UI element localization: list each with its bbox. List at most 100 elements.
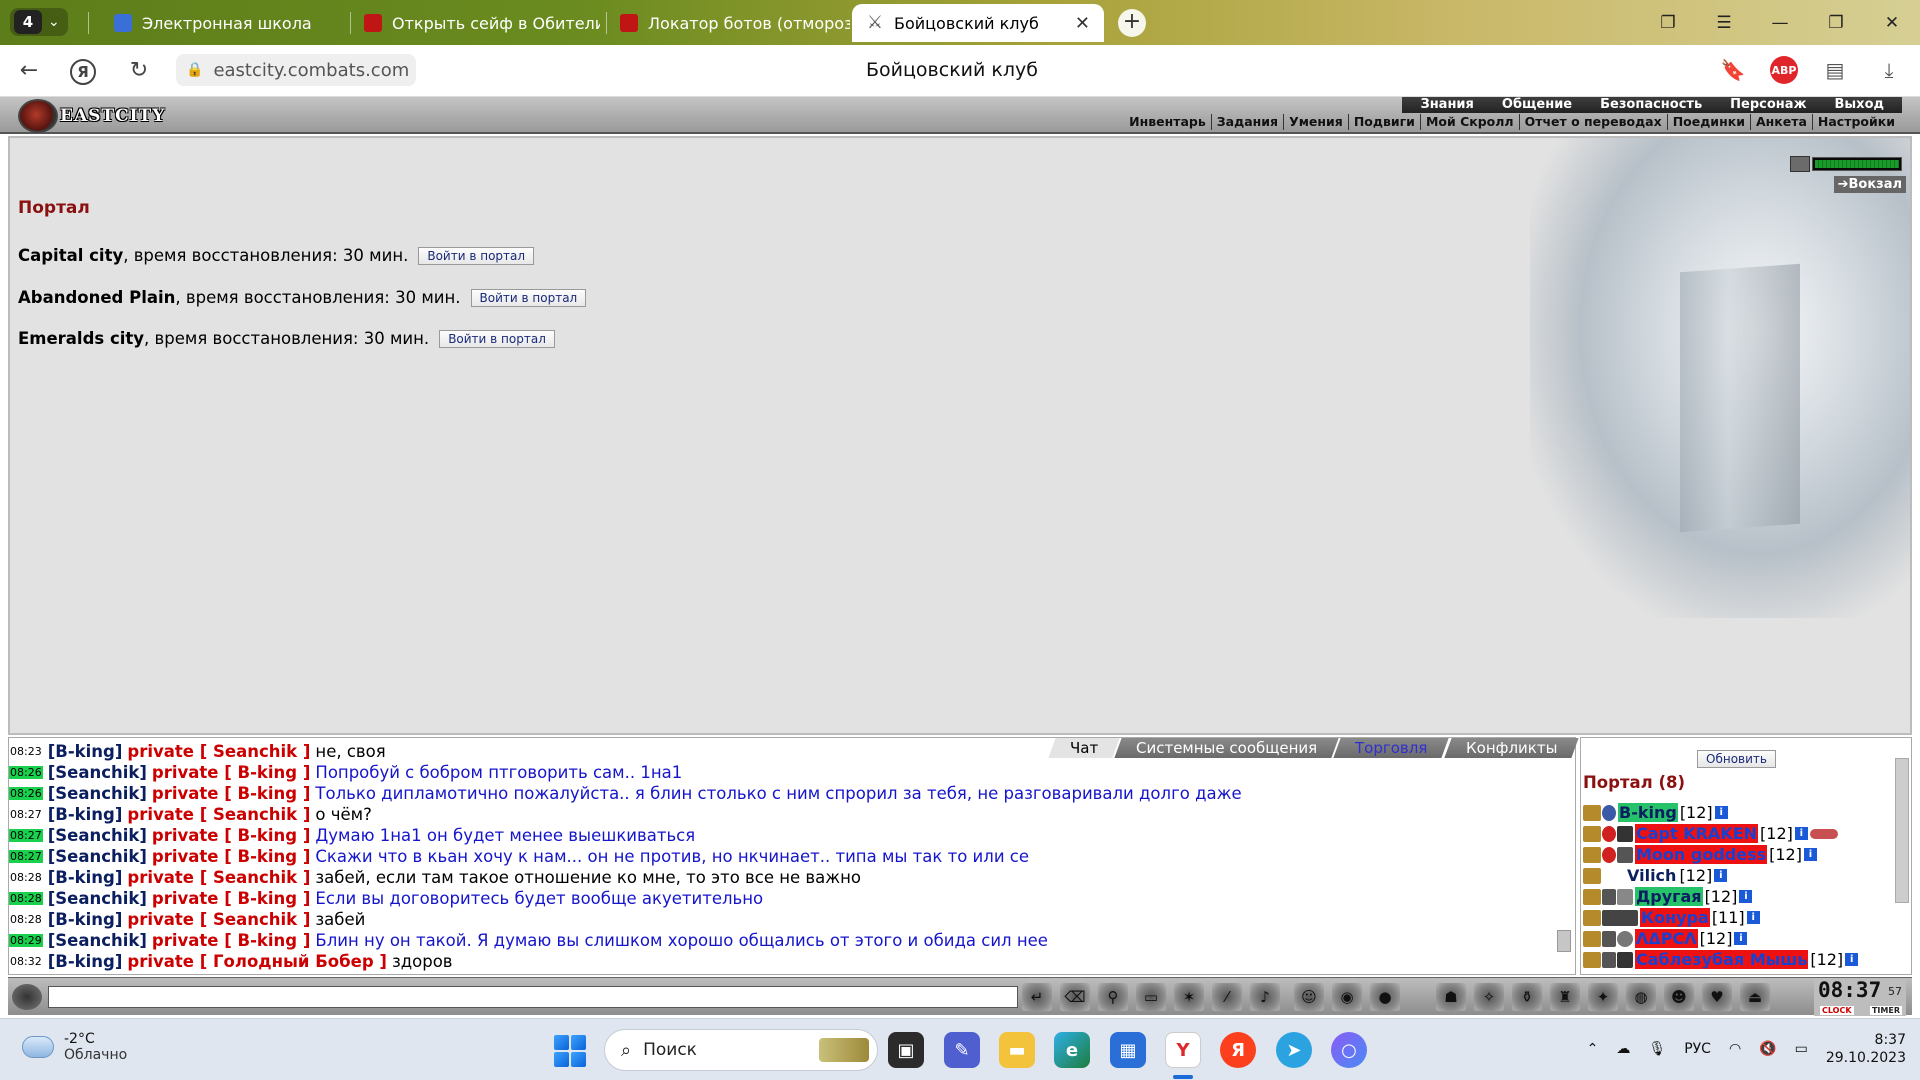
chat-sender[interactable]: [B-king] xyxy=(48,804,123,825)
menu-exit[interactable]: Выход xyxy=(1821,97,1898,113)
submenu-settings[interactable]: Настройки xyxy=(1811,114,1900,130)
chat-scrollbar[interactable] xyxy=(1557,758,1571,972)
alice-assistant-icon[interactable]: ○ xyxy=(1331,1032,1367,1068)
wifi-icon[interactable]: ◠ xyxy=(1729,1041,1741,1057)
info-icon[interactable]: i xyxy=(1803,848,1817,861)
submenu-transfer-report[interactable]: Отчет о переводах xyxy=(1518,114,1667,130)
battery-icon[interactable]: ▭ xyxy=(1795,1041,1808,1057)
chat-sender[interactable]: [B-king] xyxy=(48,909,123,930)
user-name[interactable]: Moon goddess xyxy=(1635,845,1768,864)
potion-icon[interactable]: ⚱ xyxy=(1512,983,1542,1011)
scroll-thumb[interactable] xyxy=(1557,930,1571,952)
collections-icon[interactable]: ▤ xyxy=(1818,53,1852,87)
chat-mode-icon[interactable] xyxy=(12,984,42,1010)
tab-bot-locator[interactable]: Локатор ботов (отморозк... xyxy=(606,4,850,42)
menu-character[interactable]: Персонаж xyxy=(1716,97,1820,113)
private-message-icon[interactable] xyxy=(1583,888,1601,905)
tab-electronic-school[interactable]: Электронная школа xyxy=(100,4,340,42)
radio-icon[interactable]: ● xyxy=(1370,983,1400,1011)
file-explorer-icon[interactable]: ▬ xyxy=(999,1032,1035,1068)
private-message-icon[interactable] xyxy=(1583,951,1601,968)
station-link[interactable]: ➔Вокзал xyxy=(1833,176,1906,193)
skills-icon[interactable]: ✦ xyxy=(1588,983,1618,1011)
chat-private-target[interactable]: private [ B-king ] xyxy=(152,783,311,804)
close-window-button[interactable]: ✕ xyxy=(1864,0,1920,45)
bookmark-icon[interactable]: 🔖 xyxy=(1716,53,1750,87)
volume-muted-icon[interactable]: 🔇 xyxy=(1759,1041,1776,1057)
minimize-button[interactable]: — xyxy=(1752,0,1808,45)
tab-chat[interactable]: Чат xyxy=(1048,738,1120,758)
microsoft-store-icon[interactable]: ▦ xyxy=(1110,1032,1146,1068)
scroll-thumb[interactable] xyxy=(1895,758,1909,903)
microphone-icon[interactable]: 🎙 xyxy=(1648,1041,1666,1057)
private-message-icon[interactable] xyxy=(1583,909,1601,926)
submenu-my-scroll[interactable]: Мой Скролл xyxy=(1419,114,1519,130)
online-scrollbar[interactable] xyxy=(1895,742,1909,972)
chat-sender[interactable]: [B-king] xyxy=(48,867,123,888)
download-icon[interactable]: ⤓ xyxy=(1872,53,1906,87)
chat-private-target[interactable]: private [ B-king ] xyxy=(152,930,311,951)
private-message-icon[interactable] xyxy=(1583,846,1601,863)
user-name[interactable]: Vilich xyxy=(1626,866,1677,885)
taskbar-search[interactable]: ⌕ Поиск xyxy=(604,1029,878,1071)
submenu-skills[interactable]: Умения xyxy=(1283,114,1348,130)
chat-sender[interactable]: [Seanchik] xyxy=(48,888,147,909)
chat-private-target[interactable]: private [ B-king ] xyxy=(152,888,311,909)
tabs-panel-icon[interactable]: ❐ xyxy=(1640,0,1696,45)
taskbar-clock[interactable]: 8:37 29.10.2023 xyxy=(1826,1031,1906,1067)
chat-input[interactable] xyxy=(48,986,1018,1008)
smiley-icon[interactable]: ☺ xyxy=(1294,983,1324,1011)
info-icon[interactable]: i xyxy=(1845,953,1859,966)
user-name[interactable]: ΛΔΡCΛ xyxy=(1635,929,1698,948)
yandex-browser-icon[interactable]: Y xyxy=(1165,1032,1201,1068)
save-log-icon[interactable]: ▭ xyxy=(1136,983,1166,1011)
info-icon[interactable]: i xyxy=(1734,932,1748,945)
chat-private-target[interactable]: private [ Seanchik ] xyxy=(127,909,310,930)
globe-icon[interactable]: ◍ xyxy=(1626,983,1656,1011)
speed-icon[interactable]: ◉ xyxy=(1332,983,1362,1011)
friends-icon[interactable]: ☻ xyxy=(1664,983,1694,1011)
user-name[interactable]: Саблезубая Мышь xyxy=(1635,950,1809,969)
chat-sender[interactable]: [B-king] xyxy=(48,951,123,972)
chat-private-target[interactable]: private [ Seanchik ] xyxy=(127,804,310,825)
menu-knowledge[interactable]: Знания xyxy=(1406,97,1487,113)
info-icon[interactable]: i xyxy=(1794,827,1808,840)
adblock-plus-icon[interactable]: ABP xyxy=(1770,56,1798,84)
heart-icon[interactable]: ♥ xyxy=(1702,983,1732,1011)
character-icon[interactable]: ☗ xyxy=(1436,983,1466,1011)
user-name[interactable]: Capt KRAKEN xyxy=(1635,824,1759,843)
timer-label[interactable]: TIMER xyxy=(1869,1006,1902,1015)
user-name[interactable]: Другая xyxy=(1635,887,1703,906)
info-icon[interactable]: i xyxy=(1739,890,1753,903)
private-message-icon[interactable] xyxy=(1583,825,1601,842)
clan-icon[interactable]: ♜ xyxy=(1550,983,1580,1011)
fighter-icon[interactable]: ✶ xyxy=(1174,983,1204,1011)
menu-icon[interactable]: ☰ xyxy=(1696,0,1752,45)
submenu-battles[interactable]: Поединки xyxy=(1666,114,1750,130)
task-view-icon[interactable]: ▣ xyxy=(888,1032,924,1068)
menu-security[interactable]: Безопасность xyxy=(1586,97,1716,113)
chat-sender[interactable]: [Seanchik] xyxy=(48,783,147,804)
info-icon[interactable]: i xyxy=(1714,869,1728,882)
submenu-feats[interactable]: Подвиги xyxy=(1347,114,1420,130)
exit-icon[interactable]: ⏏ xyxy=(1740,983,1770,1011)
restore-button[interactable]: ❐ xyxy=(1808,0,1864,45)
send-icon[interactable]: ↵ xyxy=(1022,983,1052,1011)
enter-portal-button[interactable]: Войти в портал xyxy=(418,246,535,265)
enter-portal-button[interactable]: Войти в портал xyxy=(439,329,555,348)
user-name[interactable]: B-king xyxy=(1618,803,1678,822)
translit-icon[interactable]: ⁄ xyxy=(1212,983,1242,1011)
yandex-icon[interactable]: Я xyxy=(1220,1032,1256,1068)
menu-communication[interactable]: Общение xyxy=(1488,97,1586,113)
tab-fight-club[interactable]: ⚔ Бойцовский клуб ✕ xyxy=(852,4,1104,42)
new-tab-button[interactable]: + xyxy=(1118,9,1146,37)
telegram-icon[interactable]: ➤ xyxy=(1276,1032,1312,1068)
chat-sender[interactable]: [Seanchik] xyxy=(48,846,147,867)
chat-private-target[interactable]: private [ B-king ] xyxy=(152,825,311,846)
tab-conflicts[interactable]: Конфликты xyxy=(1443,738,1579,758)
language-indicator[interactable]: РУС xyxy=(1684,1041,1711,1057)
eraser-icon[interactable]: ⌫ xyxy=(1060,983,1090,1011)
close-tab-icon[interactable]: ✕ xyxy=(1075,13,1090,34)
onedrive-icon[interactable]: ☁ xyxy=(1616,1041,1630,1057)
chat-private-target[interactable]: private [ Seanchik ] xyxy=(127,741,310,762)
